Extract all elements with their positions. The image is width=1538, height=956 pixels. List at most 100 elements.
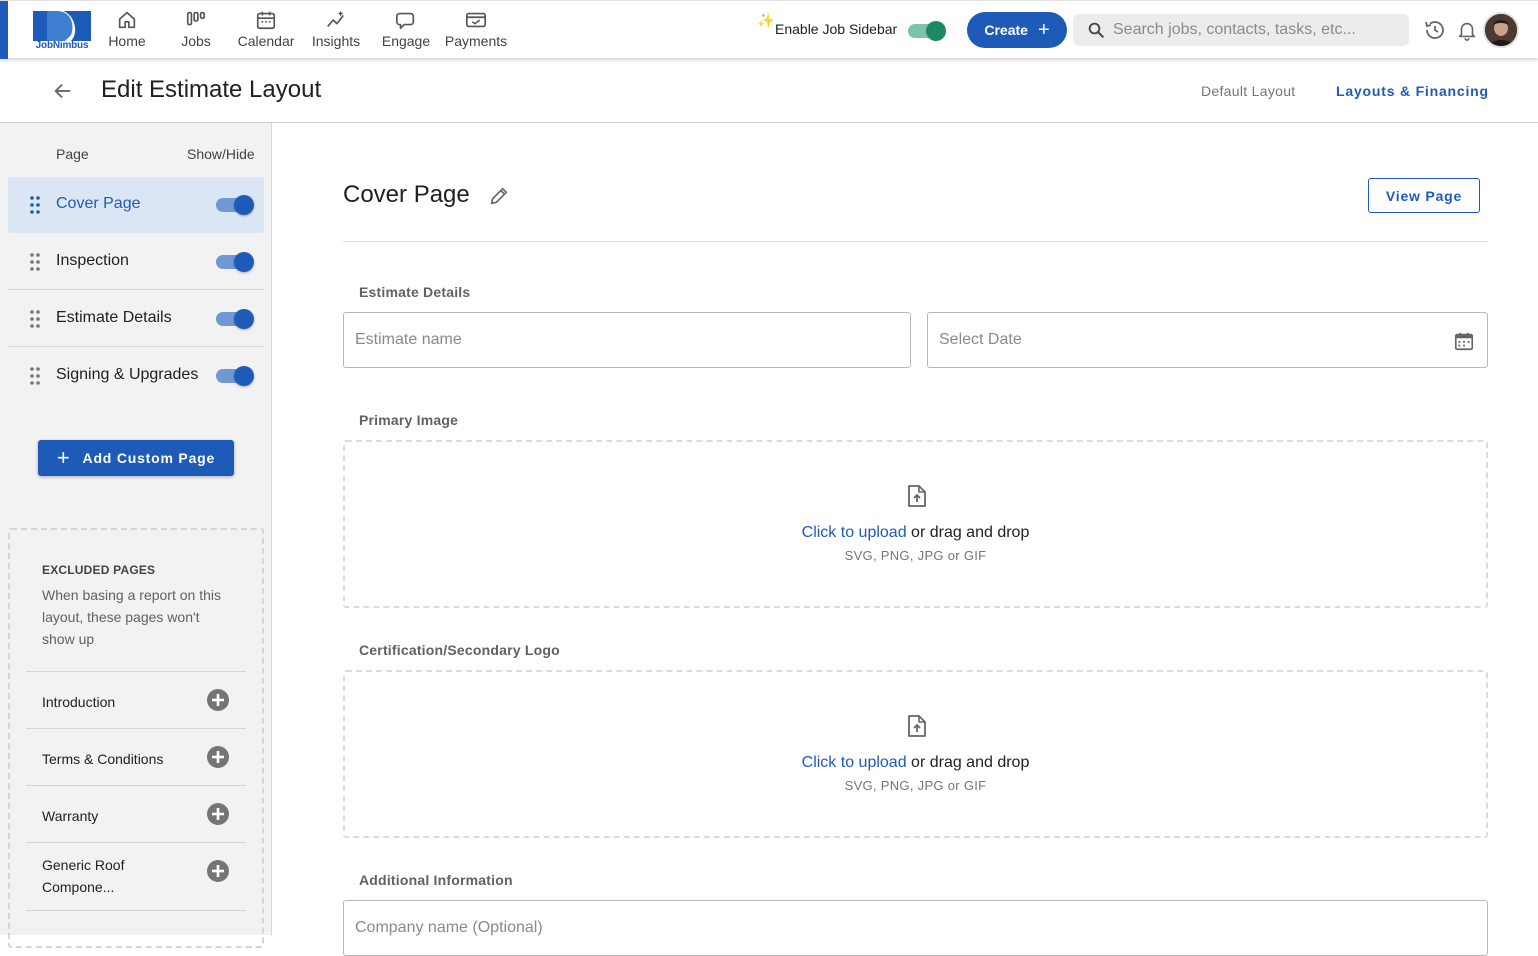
excluded-page-name: Generic Roof Compone... — [42, 857, 125, 895]
excluded-page-generic-roof-components: Generic Roof Compone... — [26, 842, 246, 911]
page-row-inspection[interactable]: Inspection — [8, 234, 264, 290]
upload-instructions: Click to upload or drag and drop — [345, 754, 1486, 772]
payments-icon — [466, 12, 486, 28]
excluded-pages-title: EXCLUDED PAGES — [42, 563, 156, 577]
jobs-icon — [186, 11, 206, 26]
notifications-bell-icon[interactable] — [1456, 18, 1478, 42]
search-input[interactable] — [1113, 14, 1403, 46]
drag-handle-icon[interactable] — [30, 310, 40, 328]
home-icon — [118, 11, 136, 29]
add-circle-icon[interactable] — [206, 802, 230, 826]
accent-strip — [0, 1, 8, 59]
nav-engage[interactable]: Engage — [381, 9, 431, 53]
drag-handle-icon[interactable] — [30, 367, 40, 385]
top-navigation-bar: JobNimbus Home Jobs Calendar Insights En… — [0, 0, 1538, 59]
page-header: Edit Estimate Layout Default Layout Layo… — [0, 58, 1538, 123]
sparkle-icon: ✨ — [757, 12, 775, 28]
upload-formats: SVG, PNG, JPG or GIF — [844, 778, 987, 793]
file-upload-icon — [908, 485, 926, 507]
nav-home-label: Home — [108, 33, 146, 49]
select-date-field[interactable]: Select Date — [927, 312, 1488, 368]
toggle-knob — [234, 195, 254, 215]
history-icon[interactable] — [1423, 18, 1447, 42]
drag-handle-icon[interactable] — [30, 196, 40, 214]
page-row-cover-page[interactable]: Cover Page — [8, 177, 264, 233]
nav-calendar-label: Calendar — [237, 33, 295, 49]
column-header-page: Page — [56, 146, 89, 162]
logo-mark-icon — [33, 11, 91, 41]
enable-job-sidebar-label: Enable Job Sidebar — [775, 21, 898, 37]
upload-formats: SVG, PNG, JPG or GIF — [844, 548, 987, 563]
toggle-knob — [234, 309, 254, 329]
editor-page-title: Cover Page — [343, 181, 470, 208]
click-to-upload-link[interactable]: Click to upload — [802, 524, 907, 541]
drag-drop-text: or drag and drop — [906, 754, 1030, 771]
nav-payments[interactable]: Payments — [443, 9, 509, 53]
page-row-name: Estimate Details — [56, 309, 172, 326]
back-arrow-icon[interactable] — [52, 80, 74, 102]
create-button[interactable]: Create + — [967, 12, 1067, 48]
excluded-page-terms-conditions: Terms & Conditions — [26, 728, 246, 785]
engage-icon — [396, 12, 415, 30]
secondary-logo-dropzone[interactable]: Click to upload or drag and drop SVG, PN… — [343, 670, 1488, 838]
excluded-page-name: Terms & Conditions — [42, 751, 164, 767]
excluded-pages-description: When basing a report on this layout, the… — [42, 587, 221, 647]
jobnimbus-logo[interactable]: JobNimbus — [31, 9, 93, 51]
column-header-show-hide: Show/Hide — [187, 146, 255, 162]
estimate-name-placeholder: Estimate name — [355, 331, 462, 348]
nav-insights-label: Insights — [311, 33, 361, 49]
company-name-placeholder: Company name (Optional) — [355, 919, 543, 936]
show-hide-toggle[interactable] — [216, 366, 254, 386]
page-row-name: Inspection — [56, 252, 129, 269]
excluded-page-name: Warranty — [42, 808, 99, 824]
row-divider — [8, 346, 264, 347]
toggle-knob — [926, 21, 946, 41]
add-custom-page-button[interactable]: + Add Custom Page — [38, 440, 234, 476]
plus-icon: + — [1037, 19, 1050, 41]
global-search[interactable] — [1073, 14, 1409, 46]
company-name-field[interactable]: Company name (Optional) — [343, 900, 1488, 956]
excluded-page-warranty: Warranty — [26, 785, 246, 842]
plus-icon: + — [56, 445, 71, 470]
enable-job-sidebar-toggle[interactable] — [908, 21, 946, 41]
file-upload-icon — [908, 715, 926, 737]
view-page-button[interactable]: View Page — [1368, 178, 1480, 213]
select-date-placeholder: Select Date — [939, 331, 1022, 348]
page-editor: Cover Page View Page Estimate Details Es… — [272, 123, 1538, 956]
nav-jobs[interactable]: Jobs — [176, 9, 216, 53]
add-circle-icon[interactable] — [206, 688, 230, 712]
add-circle-icon[interactable] — [206, 745, 230, 769]
nav-payments-label: Payments — [444, 33, 508, 49]
add-circle-icon[interactable] — [206, 859, 230, 883]
show-hide-toggle[interactable] — [216, 252, 254, 272]
tab-default-layout[interactable]: Default Layout — [1201, 83, 1295, 99]
show-hide-toggle[interactable] — [216, 195, 254, 215]
nav-calendar[interactable]: Calendar — [236, 9, 296, 53]
toggle-knob — [234, 366, 254, 386]
excluded-page-introduction: Introduction — [26, 671, 246, 728]
page-row-signing-upgrades[interactable]: Signing & Upgrades — [8, 348, 264, 404]
nav-jobs-label: Jobs — [181, 33, 211, 49]
nav-insights[interactable]: Insights — [309, 9, 363, 53]
toggle-knob — [234, 252, 254, 272]
calendar-icon[interactable] — [1453, 330, 1475, 352]
page-list-sidebar: Page Show/Hide Cover Page Inspection Est… — [0, 123, 272, 948]
row-divider — [8, 289, 264, 290]
excluded-page-name: Introduction — [42, 694, 116, 710]
drag-handle-icon[interactable] — [30, 253, 40, 271]
excluded-pages-panel: EXCLUDED PAGES When basing a report on t… — [8, 528, 264, 948]
page-row-estimate-details[interactable]: Estimate Details — [8, 291, 264, 347]
calendar-icon — [256, 11, 276, 30]
insights-icon — [327, 10, 344, 27]
tab-layouts-financing[interactable]: Layouts & Financing — [1336, 83, 1489, 99]
show-hide-toggle[interactable] — [216, 309, 254, 329]
create-button-label: Create — [984, 22, 1028, 38]
nav-engage-label: Engage — [381, 33, 431, 49]
click-to-upload-link[interactable]: Click to upload — [802, 754, 907, 771]
additional-information-label: Additional Information — [359, 872, 513, 888]
nav-home[interactable]: Home — [106, 9, 148, 53]
estimate-name-field[interactable]: Estimate name — [343, 312, 911, 368]
pencil-edit-icon[interactable] — [488, 185, 510, 207]
primary-image-dropzone[interactable]: Click to upload or drag and drop SVG, PN… — [343, 440, 1488, 608]
user-avatar[interactable] — [1483, 12, 1519, 48]
